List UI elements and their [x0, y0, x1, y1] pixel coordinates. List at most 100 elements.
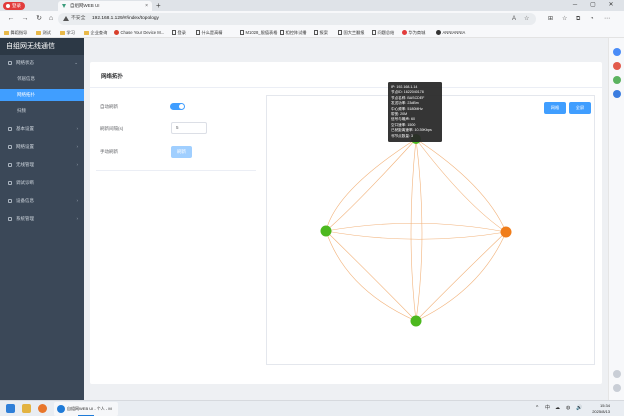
grid-button[interactable]: 网格 [544, 102, 566, 114]
file-explorer-icon[interactable] [22, 404, 31, 413]
nav-wireless[interactable]: 无线管理 › [0, 159, 84, 171]
nav-debug[interactable]: 调试诊断 [0, 177, 84, 189]
network-icon [8, 145, 12, 149]
chevron-right-icon: › [76, 216, 79, 221]
site-icon [436, 30, 441, 35]
site-icon [402, 30, 407, 35]
taskbar-active-window[interactable]: 自组网WEB UI - 个人 - M [54, 402, 118, 416]
topology-link [325, 230, 507, 240]
outlook-icon[interactable] [613, 90, 621, 98]
topology-link [415, 138, 507, 233]
address-bar[interactable]: 不安全 192.168.1.129/#/index/topology A ☆ [58, 13, 536, 25]
topology-node[interactable] [500, 226, 512, 238]
bookmark-item[interactable]: 报案 [314, 27, 328, 38]
bookmark-item[interactable]: 相控阵试播 [280, 27, 306, 38]
favorite-star-icon[interactable]: ☆ [524, 13, 529, 25]
tab-close-button[interactable]: × [145, 1, 148, 11]
profile-avatar-icon [6, 3, 10, 8]
sidebar: 自组网无线通信 网络状态 ⌄ 邻居信息 网络拓扑 扫频 基本设置 › 网络设置 › 无… [0, 38, 84, 400]
bookmark-item[interactable]: 登录 [172, 27, 186, 38]
bookmark-item[interactable]: 企业查询 [84, 27, 107, 38]
more-menu-icon[interactable]: ⋯ [604, 14, 610, 24]
close-window-button[interactable]: ✕ [604, 0, 618, 11]
nav-system[interactable]: 系统管理 › [0, 213, 84, 225]
customize-icon[interactable] [613, 370, 621, 378]
start-icon[interactable] [6, 404, 15, 413]
page-icon [280, 30, 284, 35]
nav-neighbor-info[interactable]: 邻居信息 [0, 73, 84, 85]
nav-scan[interactable]: 扫频 [0, 105, 84, 117]
bookmark-item[interactable]: M1028_限值表格 [240, 27, 277, 38]
input-method-indicator[interactable]: 中 [545, 404, 550, 413]
settings-icon[interactable] [613, 384, 621, 392]
extensions-icon[interactable]: ◔ [590, 14, 594, 24]
collections-icon[interactable]: ⧉ [576, 14, 580, 24]
read-aloud-icon[interactable]: A [512, 13, 516, 25]
auto-refresh-switch[interactable] [170, 103, 185, 110]
profile-button[interactable]: 登录 [3, 2, 25, 10]
topology-link [415, 138, 423, 322]
topology-link [325, 230, 417, 322]
search-icon[interactable] [613, 48, 621, 56]
not-secure-warning-icon [63, 16, 69, 21]
browser-tab[interactable]: 自组网WEB UI × [58, 1, 152, 11]
url-text[interactable]: 192.168.1.129/#/index/topology [92, 13, 159, 25]
card-divider [90, 87, 602, 88]
page-icon [314, 30, 318, 35]
bookmark-item[interactable]: 舞蹈指导 [4, 27, 27, 38]
cloud-icon[interactable]: ☁ [555, 404, 560, 413]
bookmark-item[interactable]: ANNIANNIA [436, 27, 465, 38]
bookmark-item[interactable]: 华为商城 [402, 27, 425, 38]
nav-device-info[interactable]: 设备信息 › [0, 195, 84, 207]
page-icon [196, 30, 200, 35]
chevron-down-icon: ⌄ [74, 60, 78, 65]
fullscreen-button[interactable]: 全屏 [569, 102, 591, 114]
switch-knob [179, 104, 184, 109]
reload-button[interactable]: ↻ [34, 14, 44, 24]
minimize-button[interactable]: ─ [568, 0, 582, 11]
clock[interactable]: 15:34 2025/8/13 [592, 403, 610, 414]
home-button[interactable]: ⌂ [46, 14, 56, 24]
shopping-icon[interactable] [613, 62, 621, 70]
folder-icon [60, 30, 65, 35]
bookmark-item[interactable]: 问题总结 [372, 27, 394, 38]
bookmark-item[interactable]: 学习 [60, 27, 75, 38]
tab-title: 自组网WEB UI [70, 3, 100, 8]
nav-network-settings[interactable]: 网络设置 › [0, 141, 84, 153]
back-button[interactable]: ← [6, 14, 16, 24]
network-status-icon [8, 61, 12, 65]
bookmark-item[interactable]: 什么是高精 [196, 27, 222, 38]
chevron-right-icon: › [76, 126, 79, 131]
new-tab-button[interactable]: + [156, 0, 161, 11]
split-screen-icon[interactable]: ⊞ [548, 14, 553, 24]
browser-tab-strip: 登录 自组网WEB UI × + ─ ▢ ✕ [0, 0, 624, 11]
forward-button[interactable]: → [20, 14, 30, 24]
bookmark-item[interactable]: Chase Your Device M... [114, 27, 164, 38]
tooltip-neighbor-count: 邻节点数量: 3 [391, 133, 413, 138]
app-brand: 自组网无线通信 [0, 38, 84, 55]
clock-date: 2025/8/13 [592, 408, 610, 414]
nav-basic-settings[interactable]: 基本设置 › [0, 123, 84, 135]
device-icon [8, 199, 12, 203]
tools-icon[interactable] [613, 76, 621, 84]
favorites-icon[interactable]: ☆ [562, 14, 567, 24]
bookmark-item[interactable]: 测试 [36, 27, 51, 38]
debug-icon [8, 181, 12, 185]
topology-node[interactable] [410, 315, 422, 327]
firefox-icon[interactable] [38, 404, 47, 413]
nav-network-status[interactable]: 网络状态 ⌄ [0, 57, 84, 69]
nav-topology[interactable]: 网络拓扑 [0, 89, 84, 101]
bookmark-item[interactable]: 国大兰翻报 [338, 27, 364, 38]
settings-icon [8, 127, 12, 131]
topology-link [415, 231, 507, 322]
browser-side-panel [608, 38, 624, 400]
site-icon [114, 30, 119, 35]
maximize-button[interactable]: ▢ [586, 0, 600, 11]
wifi-icon[interactable]: ◍ [566, 404, 570, 413]
interval-input[interactable]: 5 [171, 122, 207, 134]
refresh-button[interactable]: 刷新 [171, 146, 192, 158]
profile-label: 登录 [12, 3, 21, 8]
topology-node[interactable] [320, 225, 332, 237]
tray-overflow-icon[interactable]: ^ [536, 404, 538, 413]
volume-icon[interactable]: 🔊 [576, 404, 582, 413]
